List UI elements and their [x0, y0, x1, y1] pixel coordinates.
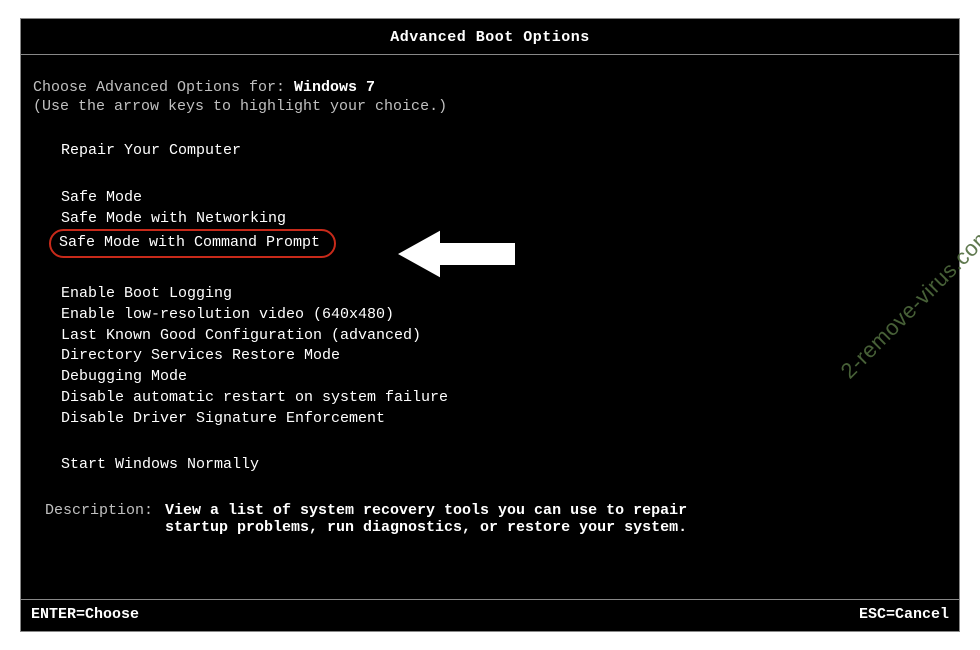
menu-item-low-res-video[interactable]: Enable low-resolution video (640x480) [57, 305, 398, 326]
os-name: Windows 7 [294, 79, 375, 96]
arrow-icon [391, 224, 521, 284]
menu-item-start-normally[interactable]: Start Windows Normally [57, 455, 263, 476]
footer-bar: ENTER=Choose ESC=Cancel [21, 599, 959, 631]
content-area: Choose Advanced Options for: Windows 7 (… [21, 55, 959, 536]
menu-group-advanced: Enable Boot Logging Enable low-resolutio… [57, 284, 947, 429]
menu-item-debugging-mode[interactable]: Debugging Mode [57, 367, 191, 388]
menu-group-repair: Repair Your Computer [57, 141, 947, 162]
menu-item-repair[interactable]: Repair Your Computer [57, 141, 245, 162]
prompt-prefix: Choose Advanced Options for: [33, 79, 294, 96]
boot-menu[interactable]: Repair Your Computer Safe Mode Safe Mode… [33, 141, 947, 476]
description-text: View a list of system recovery tools you… [165, 502, 725, 536]
screen-title: Advanced Boot Options [21, 19, 959, 55]
footer-esc-hint: ESC=Cancel [859, 606, 949, 623]
menu-item-last-known-good[interactable]: Last Known Good Configuration (advanced) [57, 326, 425, 347]
menu-item-safe-mode-networking[interactable]: Safe Mode with Networking [57, 209, 290, 230]
menu-item-directory-services-restore[interactable]: Directory Services Restore Mode [57, 346, 344, 367]
footer-enter-hint: ENTER=Choose [31, 606, 139, 623]
menu-group-normal: Start Windows Normally [57, 455, 947, 476]
menu-item-disable-auto-restart[interactable]: Disable automatic restart on system fail… [57, 388, 452, 409]
menu-item-boot-logging[interactable]: Enable Boot Logging [57, 284, 236, 305]
annotation-arrow [391, 224, 521, 284]
menu-item-safe-mode[interactable]: Safe Mode [57, 188, 146, 209]
boot-options-screen: Advanced Boot Options Choose Advanced Op… [20, 18, 960, 632]
menu-item-safe-mode-command-prompt[interactable]: Safe Mode with Command Prompt [49, 229, 336, 258]
description-section: Description: View a list of system recov… [33, 502, 947, 536]
choose-prompt: Choose Advanced Options for: Windows 7 [33, 79, 947, 96]
menu-item-disable-driver-signature[interactable]: Disable Driver Signature Enforcement [57, 409, 389, 430]
arrow-keys-hint: (Use the arrow keys to highlight your ch… [33, 98, 947, 115]
description-label: Description: [45, 502, 165, 536]
